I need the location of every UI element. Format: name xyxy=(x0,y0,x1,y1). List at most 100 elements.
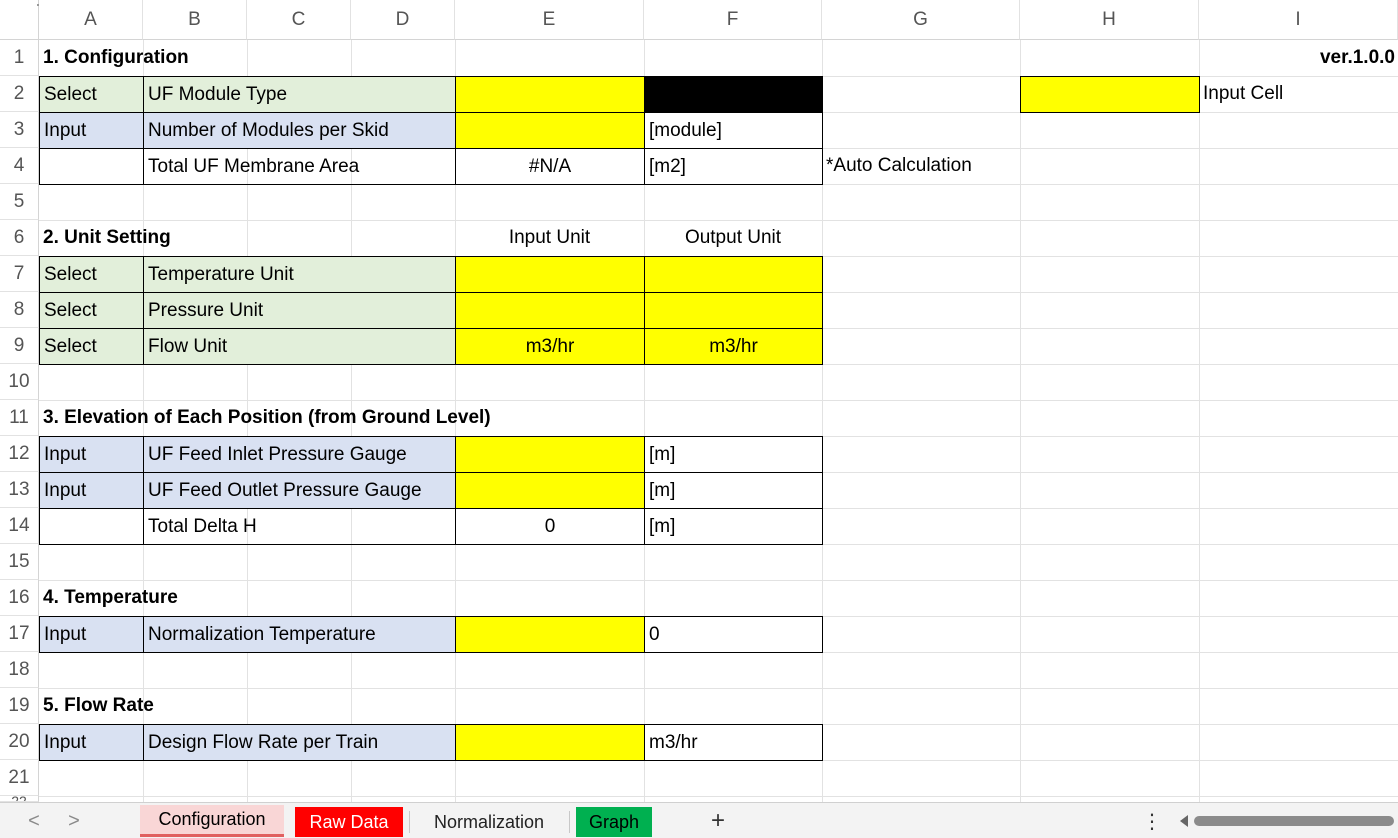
feed-inlet-elevation-input[interactable] xyxy=(455,436,645,473)
cell-b20[interactable]: Design Flow Rate per Train xyxy=(143,724,456,761)
row-header[interactable]: 13 xyxy=(0,472,39,508)
column-header-c[interactable]: C xyxy=(247,0,351,40)
uf-module-type-input[interactable] xyxy=(455,76,645,113)
cell-b12[interactable]: UF Feed Inlet Pressure Gauge xyxy=(143,436,456,473)
cell-b8[interactable]: Pressure Unit xyxy=(143,292,456,329)
cell-f4[interactable]: [m2] xyxy=(644,148,823,185)
tab-graph[interactable]: Graph xyxy=(576,807,652,837)
row-header[interactable]: 5 xyxy=(0,184,39,220)
feed-outlet-elevation-input[interactable] xyxy=(455,472,645,509)
row-header[interactable]: 17 xyxy=(0,616,39,652)
horizontal-scrollbar[interactable] xyxy=(1180,812,1394,830)
row-header[interactable]: 12 xyxy=(0,436,39,472)
cell-f14[interactable]: [m] xyxy=(644,508,823,545)
cell-f3[interactable]: [module] xyxy=(644,112,823,149)
section-title-elevation[interactable]: 3. Elevation of Each Position (from Grou… xyxy=(39,400,822,436)
modules-per-skid-input[interactable] xyxy=(455,112,645,149)
cell-b17[interactable]: Normalization Temperature xyxy=(143,616,456,653)
section-title-flow-rate[interactable]: 5. Flow Rate xyxy=(39,688,455,724)
flow-input-unit[interactable]: m3/hr xyxy=(455,328,645,365)
version-label[interactable]: ver.1.0.0 xyxy=(1199,40,1398,76)
row-header[interactable]: 18 xyxy=(0,652,39,688)
flow-output-unit[interactable]: m3/hr xyxy=(644,328,823,365)
pressure-output-unit[interactable] xyxy=(644,292,823,329)
column-header-d[interactable]: D xyxy=(351,0,455,40)
row-header[interactable]: 21 xyxy=(0,760,39,796)
design-flow-rate-input[interactable] xyxy=(455,724,645,761)
input-unit-header[interactable]: Input Unit xyxy=(455,220,644,256)
cell-a12[interactable]: Input xyxy=(39,436,144,473)
input-cell-legend-label[interactable]: Input Cell xyxy=(1199,76,1398,112)
temperature-output-unit[interactable] xyxy=(644,256,823,293)
cell-a8[interactable]: Select xyxy=(39,292,144,329)
section-title-configuration[interactable]: 1. Configuration xyxy=(39,40,455,76)
cell-a4[interactable] xyxy=(39,148,144,185)
cell-a7[interactable]: Select xyxy=(39,256,144,293)
column-header-b[interactable]: B xyxy=(143,0,247,40)
row-header[interactable]: 2 xyxy=(0,76,39,112)
cell-a17[interactable]: Input xyxy=(39,616,144,653)
sheet-tab-bar: < > Configuration Raw Data Normalization… xyxy=(0,802,1398,838)
row-header[interactable]: 16 xyxy=(0,580,39,616)
row-header[interactable]: 3 xyxy=(0,112,39,148)
column-header-g[interactable]: G xyxy=(822,0,1020,40)
cell-f13[interactable]: [m] xyxy=(644,472,823,509)
cell-a2[interactable]: Select xyxy=(39,76,144,113)
scrollbar-thumb[interactable] xyxy=(1194,816,1394,826)
chevron-left-icon[interactable]: < xyxy=(20,809,48,833)
cell-b4[interactable]: Total UF Membrane Area xyxy=(143,148,456,185)
column-header-f[interactable]: F xyxy=(644,0,822,40)
chevron-right-icon[interactable]: > xyxy=(60,809,88,833)
column-header-a[interactable]: A xyxy=(39,0,143,40)
cell-b3[interactable]: Number of Modules per Skid xyxy=(143,112,456,149)
section-title-unit-setting[interactable]: 2. Unit Setting xyxy=(39,220,455,256)
normalization-temperature-input[interactable] xyxy=(455,616,645,653)
tab-separator xyxy=(409,811,410,833)
temperature-input-unit[interactable] xyxy=(455,256,645,293)
row-header[interactable]: 19 xyxy=(0,688,39,724)
cell-a3[interactable]: Input xyxy=(39,112,144,149)
auto-calculation-note[interactable]: *Auto Calculation xyxy=(822,148,1020,184)
total-membrane-area-value[interactable]: #N/A xyxy=(455,148,645,185)
section-title-temperature[interactable]: 4. Temperature xyxy=(39,580,455,616)
more-options-icon[interactable]: ⋮ xyxy=(1142,809,1162,833)
add-sheet-icon[interactable]: + xyxy=(704,807,732,835)
row-header[interactable]: 11 xyxy=(0,400,39,436)
cell-f17[interactable]: 0 xyxy=(644,616,823,653)
row-header[interactable]: 14 xyxy=(0,508,39,544)
cell-a13[interactable]: Input xyxy=(39,472,144,509)
row-header[interactable]: 20 xyxy=(0,724,39,760)
pressure-input-unit[interactable] xyxy=(455,292,645,329)
cell-f20[interactable]: m3/hr xyxy=(644,724,823,761)
row-header[interactable]: 10 xyxy=(0,364,39,400)
tab-separator xyxy=(569,811,570,833)
scroll-left-icon[interactable] xyxy=(1180,815,1188,827)
cell-a14[interactable] xyxy=(39,508,144,545)
output-unit-header[interactable]: Output Unit xyxy=(644,220,822,256)
column-header-h[interactable]: H xyxy=(1020,0,1199,40)
cell-f12[interactable]: [m] xyxy=(644,436,823,473)
cell-f2[interactable] xyxy=(644,76,823,113)
cell-b2[interactable]: UF Module Type xyxy=(143,76,456,113)
cell-a20[interactable]: Input xyxy=(39,724,144,761)
cell-b9[interactable]: Flow Unit xyxy=(143,328,456,365)
row-header[interactable]: 1 xyxy=(0,40,39,76)
cell-b13[interactable]: UF Feed Outlet Pressure Gauge xyxy=(143,472,456,509)
cell-b14[interactable]: Total Delta H xyxy=(143,508,456,545)
row-header[interactable]: 9 xyxy=(0,328,39,364)
select-all-corner[interactable] xyxy=(0,0,39,40)
input-cell-legend-swatch[interactable] xyxy=(1020,76,1200,113)
cell-b7[interactable]: Temperature Unit xyxy=(143,256,456,293)
cell-a9[interactable]: Select xyxy=(39,328,144,365)
tab-configuration[interactable]: Configuration xyxy=(140,805,284,837)
total-delta-h-value[interactable]: 0 xyxy=(455,508,645,545)
tab-raw-data[interactable]: Raw Data xyxy=(295,807,403,837)
column-header-e[interactable]: E xyxy=(455,0,644,40)
tab-normalization[interactable]: Normalization xyxy=(414,807,564,837)
row-header[interactable]: 4 xyxy=(0,148,39,184)
row-header[interactable]: 8 xyxy=(0,292,39,328)
row-header[interactable]: 6 xyxy=(0,220,39,256)
row-header[interactable]: 7 xyxy=(0,256,39,292)
column-header-i[interactable]: I xyxy=(1199,0,1398,40)
row-header[interactable]: 15 xyxy=(0,544,39,580)
